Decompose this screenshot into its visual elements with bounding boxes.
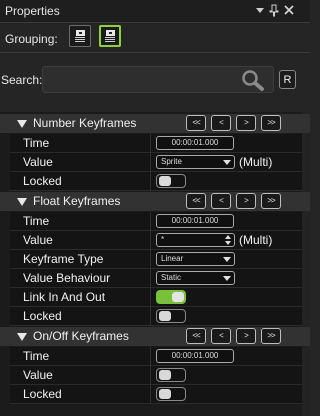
- time-value: 00:00:01.000: [171, 351, 219, 360]
- section-header[interactable]: Float Keyframes << < > >>: [0, 192, 310, 211]
- toggle-knob: [159, 311, 171, 321]
- toggle-knob: [172, 292, 184, 302]
- property-row: Locked: [0, 172, 302, 191]
- dropdown-select[interactable]: Linear: [156, 252, 235, 266]
- keyframe-nav-next-button[interactable]: >: [236, 115, 256, 131]
- dropdown-select[interactable]: Sprite: [156, 155, 235, 169]
- keyframe-nav-prev-button[interactable]: <: [211, 193, 231, 209]
- time-value: 00:00:01.000: [171, 138, 219, 147]
- spin-up-icon[interactable]: [225, 235, 231, 239]
- property-label: Value Behaviour: [23, 271, 111, 285]
- property-row: Locked: [0, 385, 302, 404]
- column-divider: [150, 288, 151, 307]
- keyframe-nav-next-button[interactable]: >: [236, 193, 256, 209]
- toggle-knob: [159, 370, 171, 380]
- column-divider: [150, 269, 151, 288]
- toggle-switch[interactable]: [156, 174, 186, 188]
- column-divider: [150, 153, 151, 172]
- keyframe-nav-prev-button[interactable]: <: [211, 328, 231, 344]
- property-label: Locked: [23, 387, 62, 401]
- property-label: Time: [23, 349, 50, 363]
- column-divider: [150, 385, 151, 404]
- section-title: Float Keyframes: [33, 194, 121, 208]
- time-input[interactable]: 00:00:01.000: [156, 214, 234, 228]
- section-title: On/Off Keyframes: [33, 329, 129, 343]
- toggle-knob: [159, 389, 171, 399]
- property-label: Value: [23, 233, 53, 247]
- dropdown-value: Static: [161, 273, 182, 282]
- time-input[interactable]: 00:00:01.000: [156, 136, 234, 150]
- column-divider: [150, 347, 151, 366]
- property-label: Time: [23, 214, 50, 228]
- property-row: Value * (Multi): [0, 231, 302, 250]
- dropdown-value: Sprite: [161, 157, 182, 166]
- property-row: Time 00:00:01.000: [0, 347, 302, 366]
- column-divider: [150, 366, 151, 385]
- property-row: Value Sprite (Multi): [0, 153, 302, 172]
- keyframe-nav-prev-button[interactable]: <: [211, 115, 231, 131]
- section-header[interactable]: Number Keyframes << < > >>: [0, 114, 310, 133]
- toggle-switch[interactable]: [156, 290, 186, 304]
- property-label: Value: [23, 155, 53, 169]
- column-divider: [150, 307, 151, 326]
- collapse-triangle-icon[interactable]: [17, 333, 27, 341]
- multi-value-label: (Multi): [239, 233, 273, 247]
- column-divider: [150, 172, 151, 191]
- property-row: Locked: [0, 307, 302, 326]
- keyframe-nav-first-button[interactable]: <<: [186, 193, 206, 209]
- toggle-switch[interactable]: [156, 309, 186, 323]
- spin-down-icon[interactable]: [225, 241, 231, 245]
- property-label: Keyframe Type: [23, 252, 104, 266]
- section-title: Number Keyframes: [33, 116, 137, 130]
- time-input[interactable]: 00:00:01.000: [156, 349, 234, 363]
- column-divider: [150, 231, 151, 250]
- keyframe-nav-first-button[interactable]: <<: [186, 328, 206, 344]
- property-grid-content: Number Keyframes << < > >> Time 00:00:01.000 Va…: [0, 0, 310, 416]
- chevron-down-icon: [223, 257, 231, 262]
- collapse-triangle-icon[interactable]: [17, 198, 27, 206]
- keyframe-nav-last-button[interactable]: >>: [261, 328, 281, 344]
- property-label: Time: [23, 136, 50, 150]
- toggle-knob: [159, 176, 171, 186]
- spinner-value: *: [161, 235, 165, 244]
- collapse-triangle-icon[interactable]: [17, 120, 27, 128]
- toggle-switch[interactable]: [156, 387, 186, 401]
- dropdown-select[interactable]: Static: [156, 271, 235, 285]
- property-row: Keyframe Type Linear: [0, 250, 302, 269]
- property-label: Link In And Out: [23, 290, 106, 304]
- column-divider: [150, 134, 151, 153]
- property-row: Time 00:00:01.000: [0, 134, 302, 153]
- multi-value-label: (Multi): [239, 155, 273, 169]
- dropdown-value: Linear: [161, 254, 184, 263]
- chevron-down-icon: [223, 276, 231, 281]
- keyframe-nav-next-button[interactable]: >: [236, 328, 256, 344]
- property-row: Value Behaviour Static: [0, 269, 302, 288]
- number-spinner[interactable]: *: [156, 233, 235, 247]
- keyframe-nav-last-button[interactable]: >>: [261, 115, 281, 131]
- property-row: Value: [0, 366, 302, 385]
- section-header[interactable]: On/Off Keyframes << < > >>: [0, 327, 310, 346]
- property-row: Time 00:00:01.000: [0, 212, 302, 231]
- chevron-down-icon: [223, 160, 231, 165]
- property-label: Locked: [23, 174, 62, 188]
- property-label: Locked: [23, 309, 62, 323]
- property-label: Value: [23, 368, 53, 382]
- toggle-switch[interactable]: [156, 368, 186, 382]
- keyframe-nav-last-button[interactable]: >>: [261, 193, 281, 209]
- property-row: Link In And Out: [0, 288, 302, 307]
- column-divider: [150, 212, 151, 231]
- time-value: 00:00:01.000: [171, 216, 219, 225]
- keyframe-nav-first-button[interactable]: <<: [186, 115, 206, 131]
- column-divider: [150, 250, 151, 269]
